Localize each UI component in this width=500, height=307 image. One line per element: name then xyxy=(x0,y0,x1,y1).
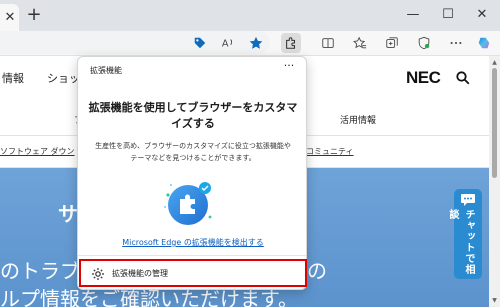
discover-extensions-link[interactable]: Microsoft Edge の拡張機能を検出する xyxy=(78,237,308,248)
nav-item-shop[interactable]: ショッ xyxy=(47,70,80,86)
favorite-star-icon[interactable] xyxy=(246,33,266,53)
flyout-description: 生産性を高め、ブラウザーのカスタマイズに役立つ拡張機能やテーマなどを見つけること… xyxy=(95,142,291,162)
new-tab-button[interactable]: + xyxy=(25,6,43,24)
link-community[interactable]: コミュニティ xyxy=(306,146,354,157)
scroll-down-arrow-icon[interactable]: ▼ xyxy=(491,297,498,304)
browser-toolbar: A xyxy=(0,31,500,56)
page-scrollbar[interactable]: ▲ ▼ xyxy=(489,56,500,307)
minimize-button[interactable]: — xyxy=(403,5,423,25)
extension-tag-icon[interactable] xyxy=(190,33,210,53)
hero-line-1-end: の xyxy=(307,259,327,283)
collections-icon[interactable] xyxy=(382,33,402,53)
maximize-button[interactable]: ☐ xyxy=(438,5,458,25)
flyout-heading: 拡張機能を使用してブラウザーをカスタマイズする xyxy=(88,101,298,130)
more-options-icon[interactable] xyxy=(446,33,466,53)
chat-consult-tab[interactable]: チャットで相談 xyxy=(447,189,482,279)
scroll-thumb[interactable] xyxy=(492,68,497,178)
nec-logo[interactable]: NEC xyxy=(406,68,441,88)
close-tab-icon[interactable]: ✕ xyxy=(3,11,17,25)
browser-essentials-icon[interactable] xyxy=(414,33,434,53)
search-icon[interactable] xyxy=(456,71,470,85)
menu-item-usage-info[interactable]: 活用情報 xyxy=(340,113,376,126)
flyout-title: 拡張機能 xyxy=(90,66,122,75)
extensions-puzzle-icon[interactable] xyxy=(281,33,301,53)
chat-consult-label: チャットで相談 xyxy=(447,209,474,275)
tab-strip: ✕ + — ☐ ✕ xyxy=(0,0,500,31)
split-screen-icon[interactable] xyxy=(318,33,338,53)
manage-extensions-item[interactable]: 拡張機能の管理 xyxy=(79,259,307,287)
scroll-up-arrow-icon[interactable]: ▲ xyxy=(491,59,498,66)
chat-bubble-icon xyxy=(461,194,475,206)
link-software-download[interactable]: ソフトウェア ダウン xyxy=(0,146,75,157)
svg-text:A: A xyxy=(222,39,229,50)
read-aloud-icon[interactable]: A xyxy=(218,33,238,53)
flyout-more-options-button[interactable]: ··· xyxy=(279,60,299,75)
nav-item-info[interactable]: 情報 xyxy=(2,70,24,86)
close-window-button[interactable]: ✕ xyxy=(472,5,492,25)
manage-extensions-label: 拡張機能の管理 xyxy=(112,269,168,278)
copilot-icon[interactable] xyxy=(474,33,494,53)
settings-gear-icon xyxy=(92,268,104,280)
hero-fragment: サ xyxy=(58,202,78,226)
favorites-icon[interactable] xyxy=(350,33,370,53)
flyout-divider xyxy=(78,255,306,256)
extensions-flyout: 拡張機能 ··· 拡張機能を使用してブラウザーをカスタマイズする 生産性を高め、… xyxy=(77,56,307,290)
extensions-illustration-icon xyxy=(164,182,212,225)
active-tab[interactable]: ✕ xyxy=(0,4,19,31)
